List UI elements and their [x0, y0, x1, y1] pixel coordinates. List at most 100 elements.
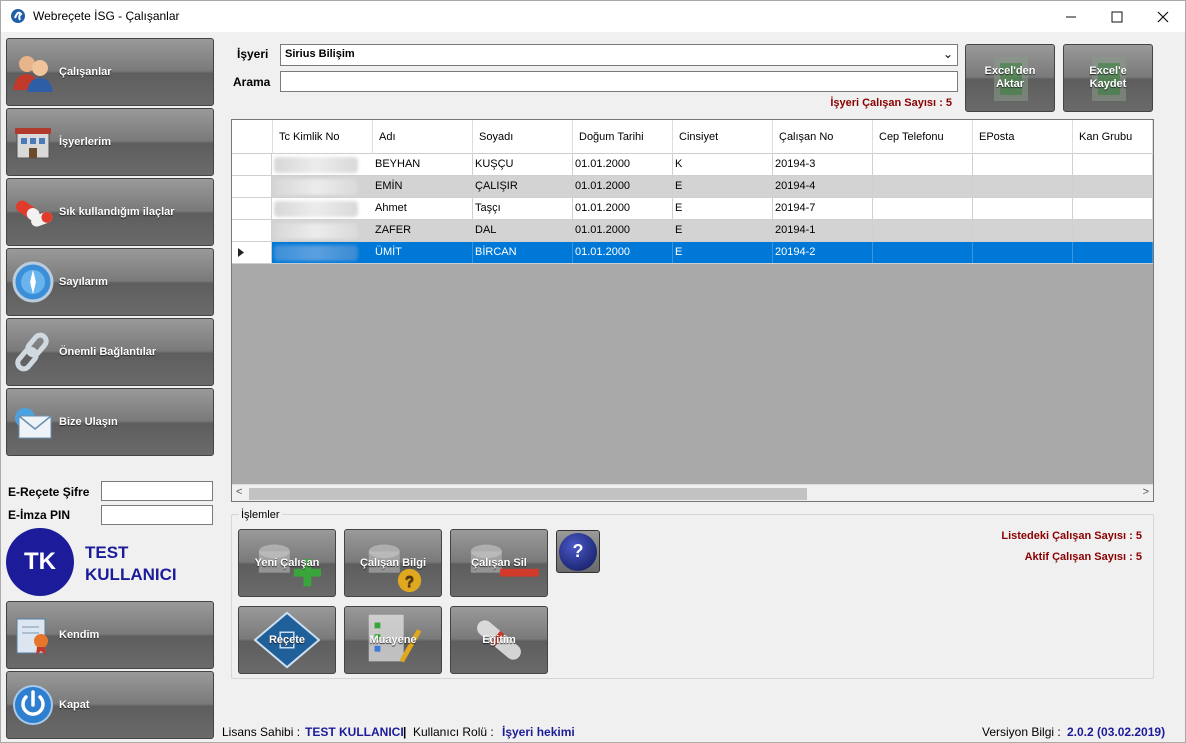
delete-employee-button[interactable]: Çalışan Sil — [450, 529, 548, 597]
cell-cinsiyet[interactable]: E — [673, 198, 773, 219]
excel-save-button[interactable]: Excel'e Kaydet — [1063, 44, 1153, 112]
operations-title: İşlemler — [239, 509, 282, 521]
cell-calisan-no[interactable]: 20194-2 — [773, 242, 873, 263]
cell-telefon[interactable] — [873, 154, 973, 175]
maximize-button[interactable] — [1094, 1, 1140, 32]
cell-soyadi[interactable]: ÇALIŞIR — [473, 176, 573, 197]
status-bar: Lisans Sahibi : TEST KULLANICI | Kullanı… — [216, 723, 1185, 743]
table-row[interactable]: BEYHAN KUŞÇU 01.01.2000 K 20194-3 — [232, 154, 1153, 176]
kendim-button[interactable]: Kendim — [6, 601, 214, 669]
search-input[interactable] — [280, 71, 958, 92]
nav-label: Kendim — [59, 629, 100, 641]
cell-soyadi[interactable]: KUŞÇU — [473, 154, 573, 175]
new-employee-button[interactable]: Yeni Çalışan — [238, 529, 336, 597]
row-header[interactable] — [232, 242, 272, 263]
cell-dogum[interactable]: 01.01.2000 — [573, 154, 673, 175]
cell-soyadi[interactable]: DAL — [473, 220, 573, 241]
cell-dogum[interactable]: 01.01.2000 — [573, 176, 673, 197]
row-header[interactable] — [232, 176, 272, 197]
cell-dogum[interactable]: 01.01.2000 — [573, 242, 673, 263]
cell-soyadi[interactable]: BİRCAN — [473, 242, 573, 263]
excel-save-label: Excel'e Kaydet — [1089, 65, 1127, 90]
cell-adi[interactable]: ZAFER — [373, 220, 473, 241]
nav-ilaclar-button[interactable]: Sık kullandığım ilaçlar — [6, 178, 214, 246]
cell-calisan-no[interactable]: 20194-1 — [773, 220, 873, 241]
cell-adi[interactable]: EMİN — [373, 176, 473, 197]
column-header[interactable]: Çalışan No — [773, 120, 873, 154]
cell-telefon[interactable] — [873, 242, 973, 263]
column-header[interactable]: Kan Grubu — [1073, 120, 1153, 154]
cell-eposta[interactable] — [973, 242, 1073, 263]
cell-kan-grubu[interactable] — [1073, 154, 1153, 175]
table-row[interactable]: Ahmet Taşçı 01.01.2000 E 20194-7 — [232, 198, 1153, 220]
cell-adi[interactable]: Ahmet — [373, 198, 473, 219]
nav-label: Kapat — [59, 699, 90, 711]
column-header[interactable]: Soyadı — [473, 120, 573, 154]
scroll-thumb[interactable] — [249, 488, 807, 500]
nav-bize-ulasin-button[interactable]: Bize Ulaşın — [6, 388, 214, 456]
cell-eposta[interactable] — [973, 176, 1073, 197]
isyeri-selected-value: Sirius Bilişim — [285, 48, 355, 60]
cell-eposta[interactable] — [973, 154, 1073, 175]
cell-eposta[interactable] — [973, 220, 1073, 241]
egitim-button[interactable]: Eğitim — [450, 606, 548, 674]
employee-info-button[interactable]: ? Çalışan Bilgi — [344, 529, 442, 597]
cell-adi[interactable]: BEYHAN — [373, 154, 473, 175]
cell-calisan-no[interactable]: 20194-3 — [773, 154, 873, 175]
cell-dogum[interactable]: 01.01.2000 — [573, 198, 673, 219]
cell-kan-grubu[interactable] — [1073, 220, 1153, 241]
column-header[interactable]: Cep Telefonu — [873, 120, 973, 154]
cell-telefon[interactable] — [873, 198, 973, 219]
scroll-left-icon[interactable]: < — [236, 486, 242, 498]
cell-kan-grubu[interactable] — [1073, 198, 1153, 219]
cell-cinsiyet[interactable]: K — [673, 154, 773, 175]
column-header[interactable]: Tc Kimlik No — [273, 120, 373, 154]
cell-cinsiyet[interactable]: E — [673, 176, 773, 197]
user-role-label: Kullanıcı Rolü : — [413, 725, 494, 739]
ereceete-password-field[interactable] — [101, 481, 213, 501]
minimize-button[interactable] — [1048, 1, 1094, 32]
row-header[interactable] — [232, 198, 272, 219]
eimza-pin-field[interactable] — [101, 505, 213, 525]
column-header[interactable]: EPosta — [973, 120, 1073, 154]
nav-sayilarim-button[interactable]: Sayılarım — [6, 248, 214, 316]
employees-table[interactable]: Tc Kimlik No Adı Soyadı Doğum Tarihi Cin… — [231, 119, 1154, 502]
cell-dogum[interactable]: 01.01.2000 — [573, 220, 673, 241]
nav-calisanlar-button[interactable]: Çalışanlar — [6, 38, 214, 106]
cell-cinsiyet[interactable]: E — [673, 220, 773, 241]
app-window: Webreçete İSG - Çalışanlar Çalışanlar İş… — [0, 0, 1186, 743]
kapat-button[interactable]: Kapat — [6, 671, 214, 739]
column-header[interactable]: Cinsiyet — [673, 120, 773, 154]
cell-kan-grubu[interactable] — [1073, 176, 1153, 197]
nav-isyerlerim-button[interactable]: İşyerlerim — [6, 108, 214, 176]
muayene-button[interactable]: Muayene — [344, 606, 442, 674]
cell-cinsiyet[interactable]: E — [673, 242, 773, 263]
column-header[interactable]: Doğum Tarihi — [573, 120, 673, 154]
cell-telefon[interactable] — [873, 220, 973, 241]
nav-baglantilar-button[interactable]: Önemli Bağlantılar — [6, 318, 214, 386]
cell-eposta[interactable] — [973, 198, 1073, 219]
ereceete-label: E-Reçete Şifre — [8, 485, 90, 499]
column-header[interactable]: Adı — [373, 120, 473, 154]
row-header[interactable] — [232, 220, 272, 241]
help-button[interactable]: ? — [556, 530, 600, 573]
table-row[interactable]: EMİN ÇALIŞIR 01.01.2000 E 20194-4 — [232, 176, 1153, 198]
cell-telefon[interactable] — [873, 176, 973, 197]
close-button[interactable] — [1140, 1, 1186, 32]
table-row[interactable]: ZAFER DAL 01.01.2000 E 20194-1 — [232, 220, 1153, 242]
cell-soyadi[interactable]: Taşçı — [473, 198, 573, 219]
horizontal-scrollbar[interactable]: < > — [232, 484, 1153, 501]
cell-calisan-no[interactable]: 20194-7 — [773, 198, 873, 219]
cell-adi[interactable]: ÜMİT — [373, 242, 473, 263]
excel-import-button[interactable]: Excel'den Aktar — [965, 44, 1055, 112]
cell-calisan-no[interactable]: 20194-4 — [773, 176, 873, 197]
table-row-selected[interactable]: ÜMİT BİRCAN 01.01.2000 E 20194-2 — [232, 242, 1153, 264]
redacted-tc-no — [274, 223, 358, 239]
app-logo-icon — [11, 9, 25, 23]
cell-kan-grubu[interactable] — [1073, 242, 1153, 263]
scroll-right-icon[interactable]: > — [1143, 486, 1149, 498]
isyeri-select[interactable]: Sirius Bilişim ⌄ — [280, 44, 958, 66]
recete-button[interactable]: Reçete — [238, 606, 336, 674]
row-header[interactable] — [232, 154, 272, 175]
nav-label: Önemli Bağlantılar — [59, 346, 157, 358]
